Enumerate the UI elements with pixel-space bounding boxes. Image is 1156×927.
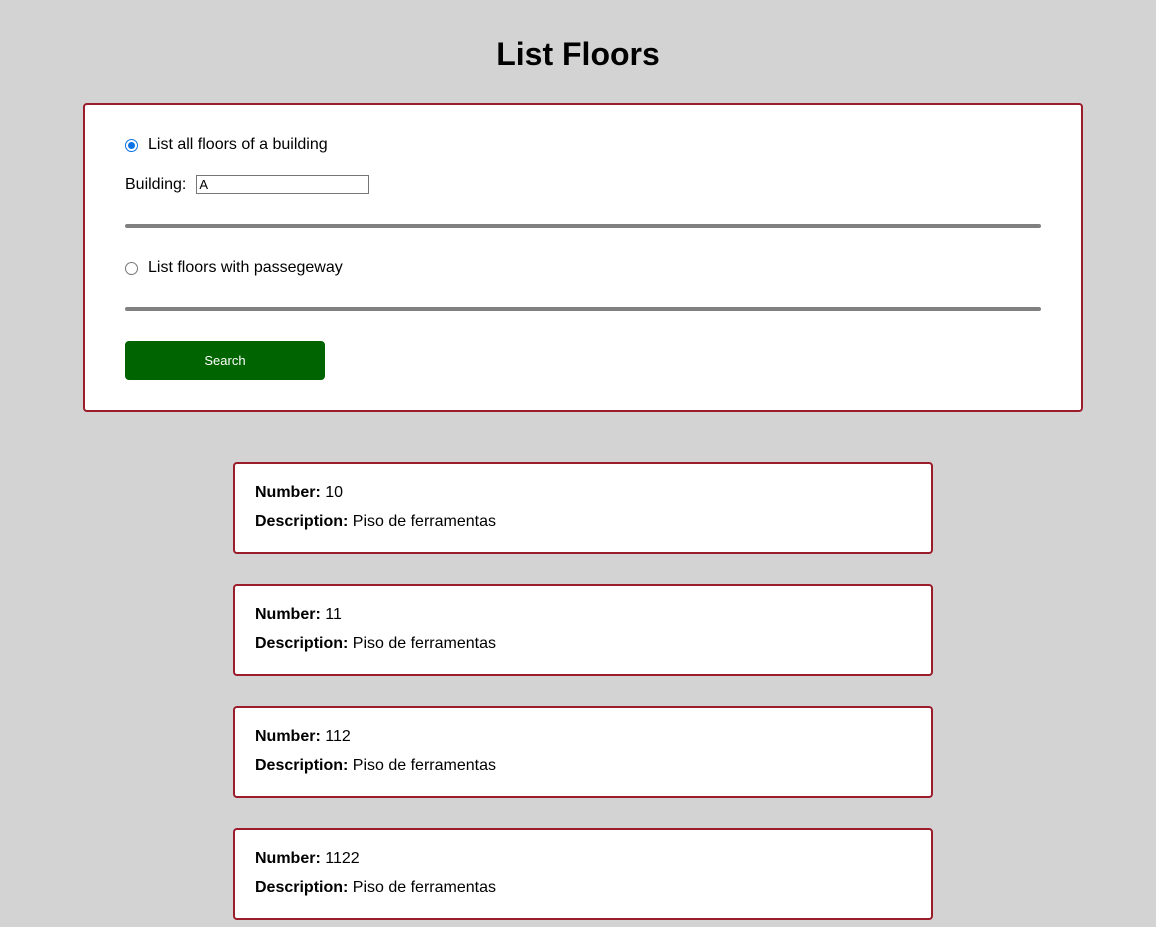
floor-card: Number: 11 Description: Piso de ferramen… — [233, 584, 933, 676]
floor-description: Piso de ferramentas — [352, 879, 496, 896]
floor-card: Number: 10 Description: Piso de ferramen… — [233, 462, 933, 554]
building-input[interactable] — [196, 175, 370, 194]
floor-card: Number: 112 Description: Piso de ferrame… — [233, 706, 933, 798]
floor-number-line: Number: 11 — [255, 605, 342, 625]
radio-all-floors[interactable] — [125, 138, 138, 152]
number-label: Number: — [255, 850, 321, 867]
option-passageway-label: List floors with passegeway — [148, 259, 343, 276]
radio-passageway[interactable] — [125, 261, 138, 275]
building-label: Building: — [125, 175, 187, 193]
floor-description: Piso de ferramentas — [352, 635, 496, 652]
description-label: Description: — [255, 757, 349, 774]
floor-number: 10 — [325, 484, 344, 501]
floor-description-line: Description: Piso de ferramentas — [255, 878, 496, 898]
floor-number-line: Number: 112 — [255, 727, 351, 747]
option-all-floors-label: List all floors of a building — [148, 136, 328, 153]
description-label: Description: — [255, 879, 349, 896]
floor-description: Piso de ferramentas — [352, 513, 496, 530]
description-label: Description: — [255, 635, 349, 652]
number-label: Number: — [255, 484, 321, 501]
number-label: Number: — [255, 728, 321, 745]
floor-number-line: Number: 1122 — [255, 849, 360, 869]
page-title: List Floors — [496, 36, 660, 72]
floor-card: Number: 1122 Description: Piso de ferram… — [233, 828, 933, 920]
floor-number: 112 — [325, 728, 351, 745]
floor-description-line: Description: Piso de ferramentas — [255, 756, 496, 776]
building-row: Building: — [125, 175, 370, 194]
floor-description-line: Description: Piso de ferramentas — [255, 634, 496, 654]
floor-number: 11 — [325, 606, 342, 623]
floor-description-line: Description: Piso de ferramentas — [255, 512, 496, 532]
option-passageway[interactable]: List floors with passegeway — [125, 259, 343, 277]
floor-number-line: Number: 10 — [255, 483, 343, 503]
divider — [125, 307, 1041, 311]
search-form-panel: List all floors of a building Building: … — [83, 103, 1083, 412]
number-label: Number: — [255, 606, 321, 623]
divider — [125, 224, 1041, 228]
option-all-floors[interactable]: List all floors of a building — [125, 136, 328, 154]
description-label: Description: — [255, 513, 349, 530]
search-button[interactable]: Search — [125, 341, 325, 380]
floor-number: 1122 — [325, 850, 360, 867]
floor-description: Piso de ferramentas — [352, 757, 496, 774]
